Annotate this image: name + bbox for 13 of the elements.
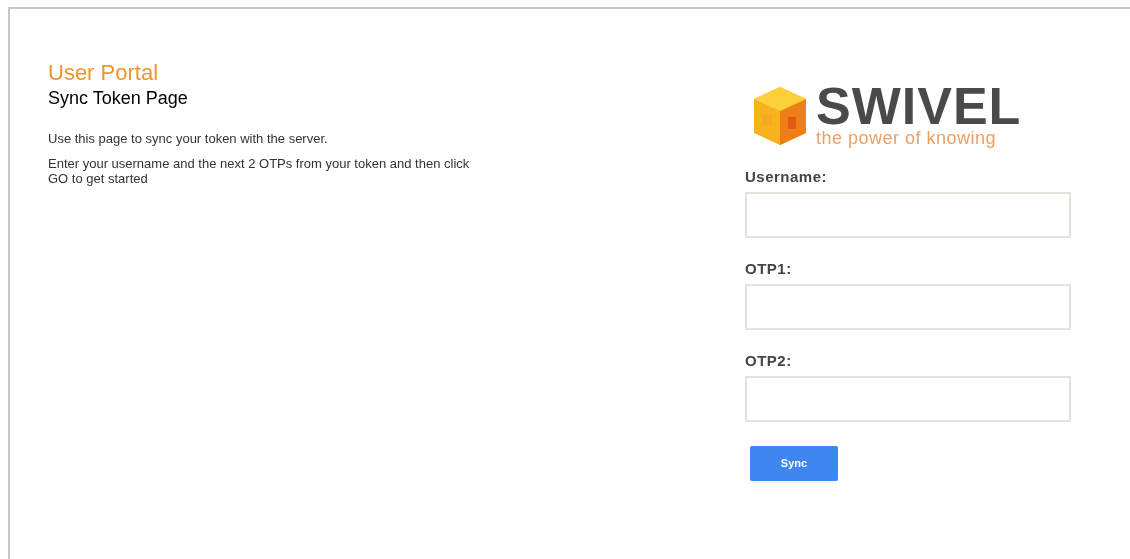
brand-name: SWIVEL	[816, 84, 1022, 128]
portal-title: User Portal	[48, 61, 160, 85]
brand-tagline: the power of knowing	[816, 128, 998, 148]
instruction-text: Use this page to sync your token with the server.	[48, 131, 329, 146]
field-label: Username:	[745, 168, 829, 186]
instruction-text: Enter your username and the next 2 OTPs from your token and then click GO to get started	[48, 156, 471, 186]
input-field[interactable]	[745, 192, 1071, 238]
page-title: Sync Token Page	[48, 87, 189, 109]
sync-button[interactable]: Sync	[750, 446, 838, 481]
input-field[interactable]	[745, 376, 1071, 422]
field-label: OTP2:	[745, 352, 793, 370]
field-label: OTP1:	[745, 260, 793, 278]
input-field[interactable]	[745, 284, 1071, 330]
